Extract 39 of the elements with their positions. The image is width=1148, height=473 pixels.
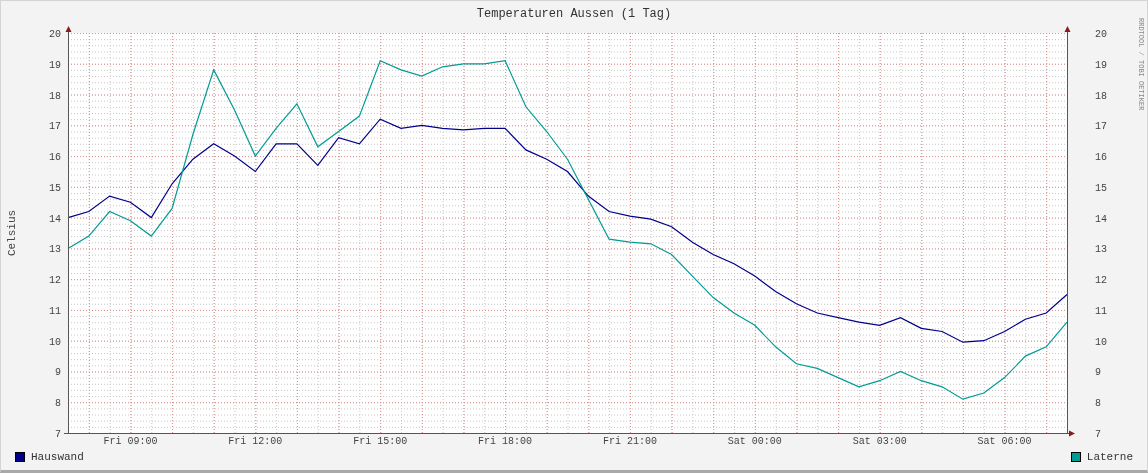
y-tick-label: 11 bbox=[49, 305, 61, 317]
x-tick-label: Sat 06:00 bbox=[977, 436, 1032, 447]
y-tick-label: 8 bbox=[55, 398, 61, 410]
y-tick-label: 19 bbox=[1095, 59, 1107, 71]
x-tick-label: Sat 00:00 bbox=[727, 436, 782, 447]
y-tick-label: 10 bbox=[49, 336, 61, 348]
y-tick-label: 14 bbox=[1095, 213, 1107, 225]
y-tick-label: 10 bbox=[1095, 336, 1107, 348]
legend-label: Laterne bbox=[1086, 451, 1133, 463]
y-tick-label: 14 bbox=[49, 213, 61, 225]
y-tick-label: 17 bbox=[1095, 121, 1107, 133]
y-tick-label: 13 bbox=[1095, 244, 1107, 256]
y-tick-label: 19 bbox=[49, 59, 61, 71]
y-tick-label: 16 bbox=[49, 152, 61, 164]
y-tick-label: 9 bbox=[1095, 367, 1101, 379]
y-tick-label: 15 bbox=[49, 182, 61, 194]
y-tick-label: 20 bbox=[1095, 29, 1107, 40]
x-tick-label: Fri 21:00 bbox=[602, 436, 657, 447]
y-tick-label: 18 bbox=[49, 90, 61, 102]
y-tick-label: 8 bbox=[1095, 398, 1101, 410]
y-tick-label: 7 bbox=[55, 429, 61, 440]
y-tick-label: 12 bbox=[1095, 275, 1107, 287]
y-tick-label: 20 bbox=[49, 29, 61, 40]
y-tick-label: 18 bbox=[1095, 90, 1107, 102]
y-tick-label: 15 bbox=[1095, 182, 1107, 194]
y-tick-label: 13 bbox=[49, 244, 61, 256]
y-tick-label: 9 bbox=[55, 367, 61, 379]
y-tick-label: 11 bbox=[1095, 305, 1107, 317]
legend-label: Hauswand bbox=[31, 451, 84, 463]
x-tick-label: Fri 09:00 bbox=[103, 436, 158, 447]
x-tick-label: Fri 15:00 bbox=[353, 436, 408, 447]
y-tick-label: 16 bbox=[1095, 152, 1107, 164]
y-axis-label: Celsius bbox=[6, 209, 18, 257]
x-tick-label: Fri 12:00 bbox=[228, 436, 283, 447]
y-tick-label: 12 bbox=[49, 275, 61, 287]
x-tick-label: Fri 18:00 bbox=[478, 436, 533, 447]
y-tick-label: 17 bbox=[49, 121, 61, 133]
y-tick-label: 7 bbox=[1095, 429, 1101, 440]
x-tick-label: Sat 03:00 bbox=[852, 436, 907, 447]
